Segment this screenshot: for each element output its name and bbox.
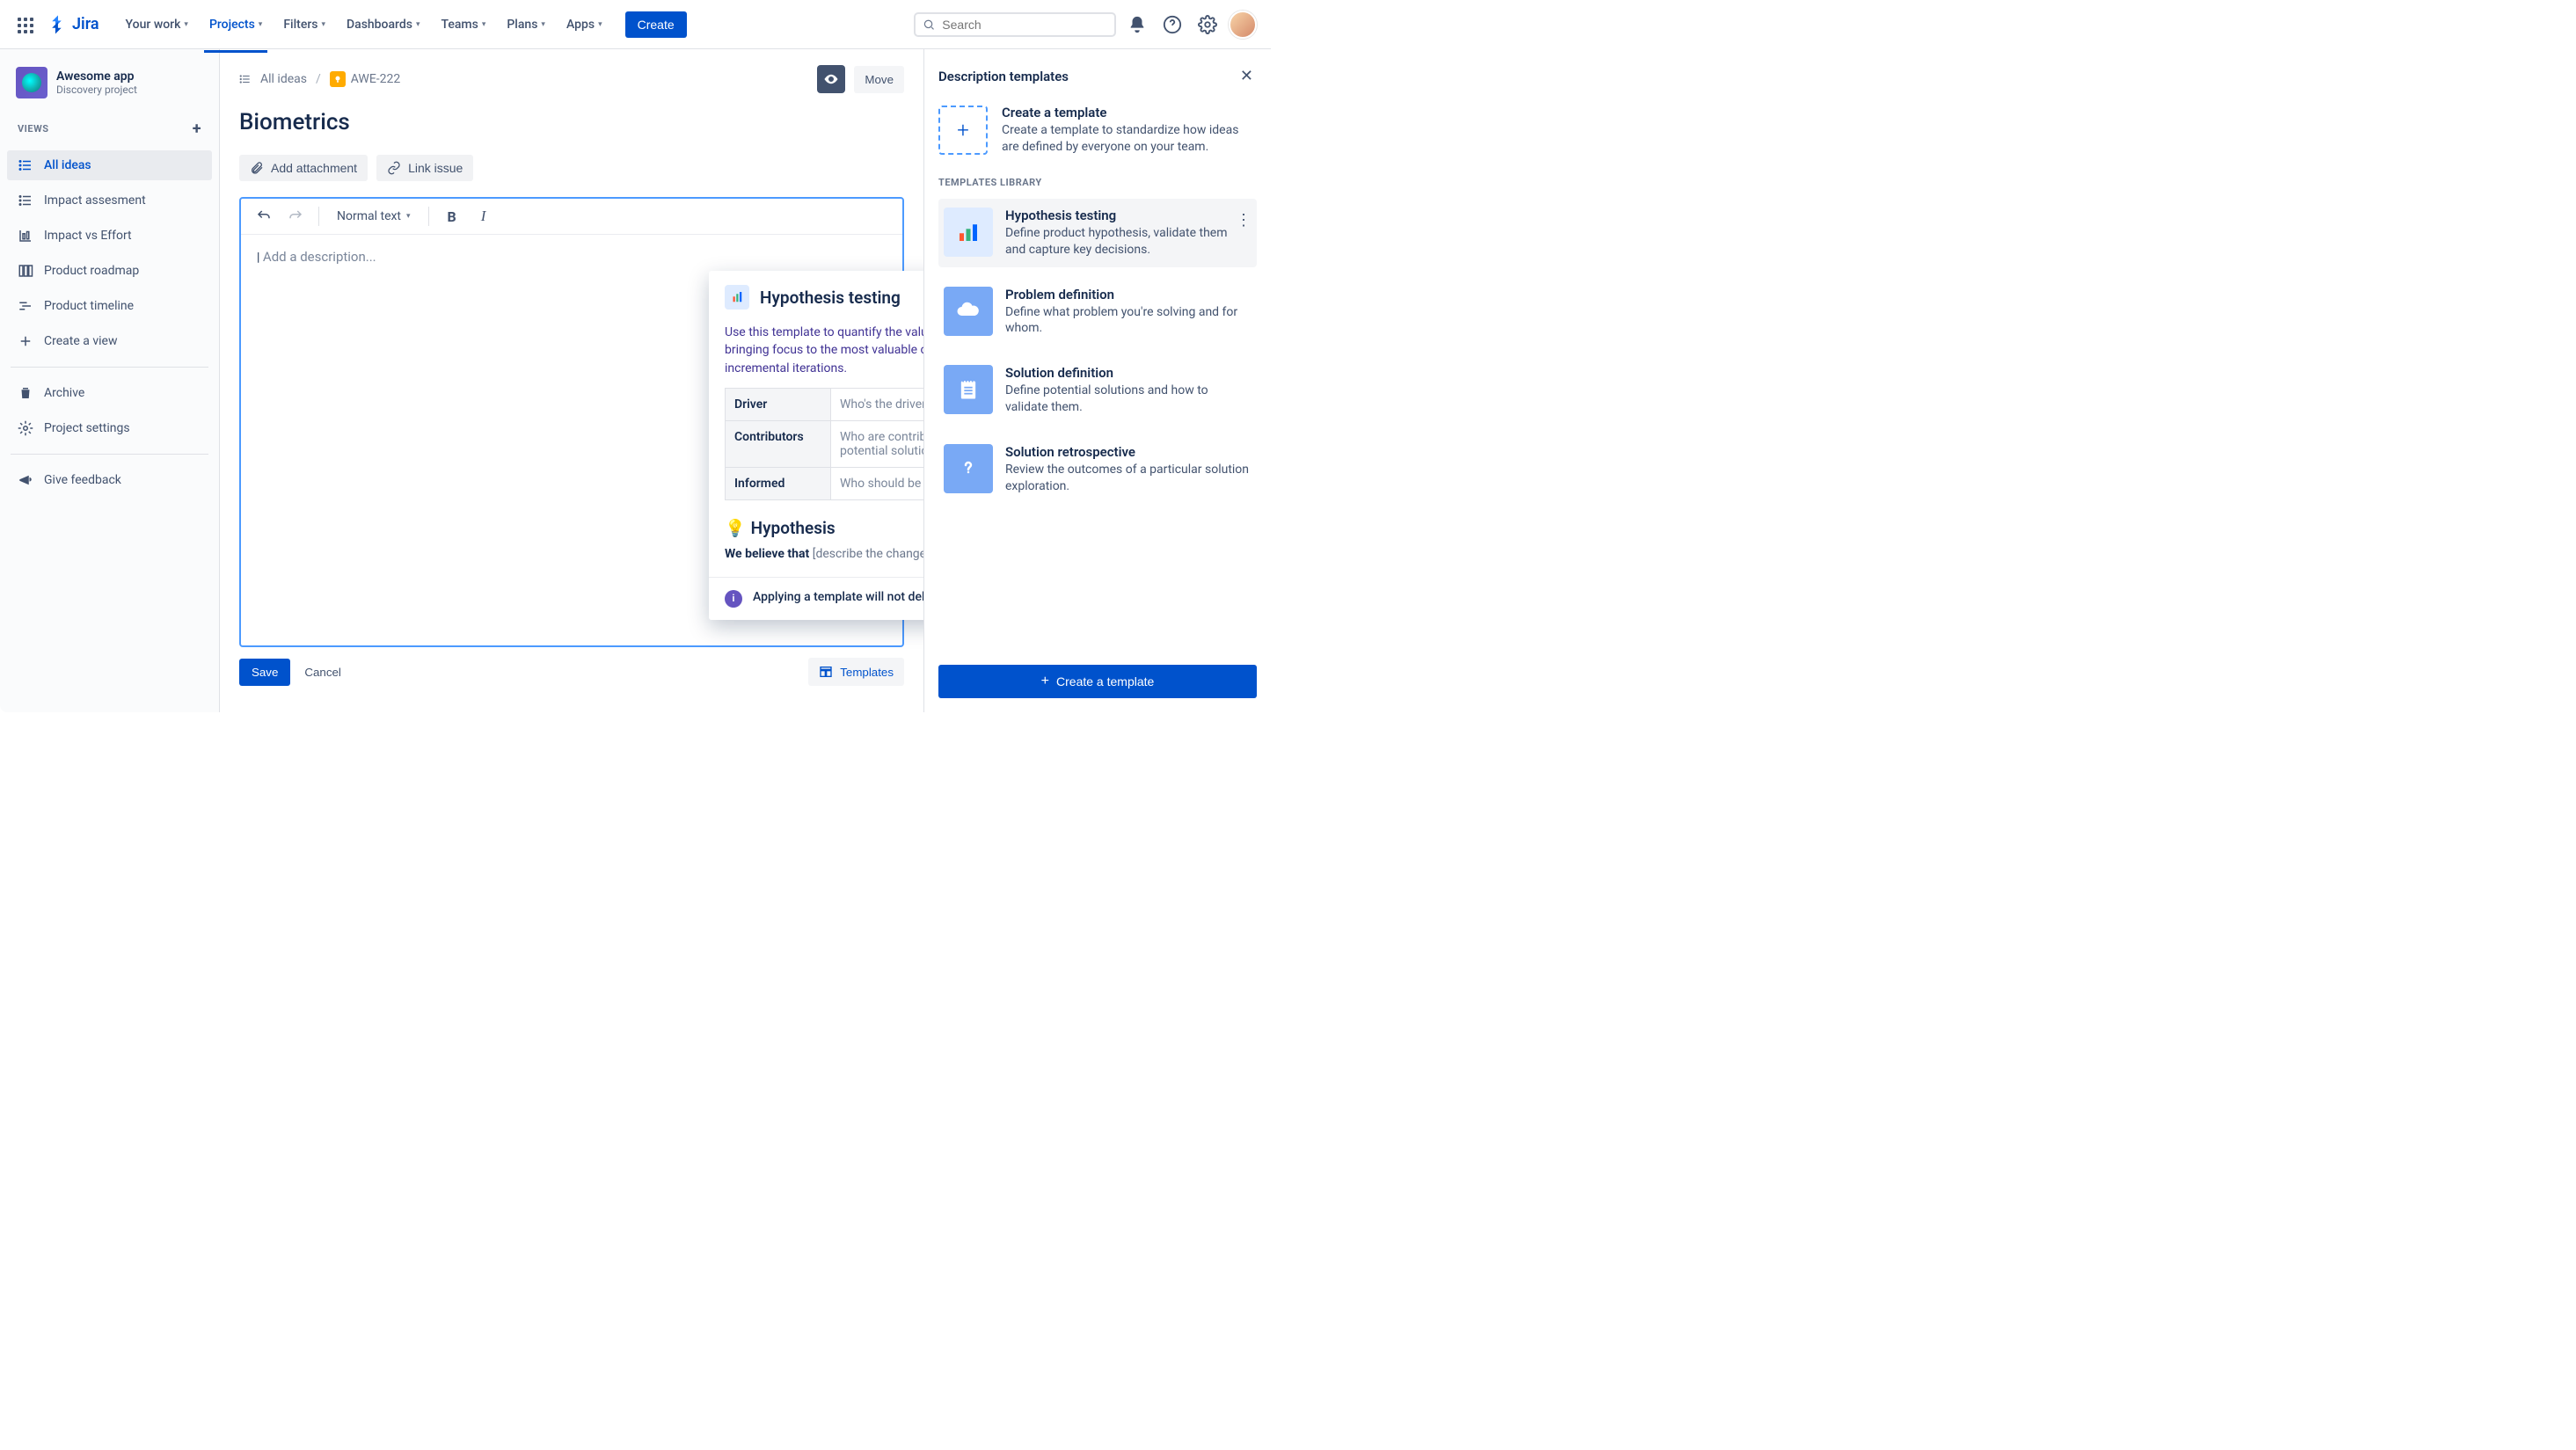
preview-intro: Use this template to quantify the value … (725, 324, 923, 377)
project-header[interactable]: Awesome app Discovery project (7, 67, 212, 107)
close-panel-button[interactable]: ✕ (1237, 63, 1257, 89)
notifications-icon[interactable] (1123, 11, 1151, 39)
app-switcher-icon[interactable] (14, 14, 35, 35)
preview-hypothesis-line: We believe that [describe the change we … (725, 547, 923, 561)
breadcrumb-issue-key[interactable]: AWE-222 (330, 71, 401, 87)
add-view-icon[interactable]: + (193, 120, 201, 138)
templates-panel: Description templates ✕ + Create a templ… (923, 49, 1271, 712)
cloud-icon (944, 287, 993, 336)
sidebar-create-view[interactable]: Create a view (7, 326, 212, 356)
template-card-hypothesis[interactable]: Hypothesis testing Define product hypoth… (938, 199, 1257, 267)
list-icon (239, 73, 252, 85)
gear-icon (18, 420, 33, 436)
undo-button[interactable] (252, 204, 276, 229)
add-attachment-button[interactable]: Add attachment (239, 155, 368, 181)
sidebar-item-impact-vs-effort[interactable]: Impact vs Effort (7, 221, 212, 251)
sidebar-item-all-ideas[interactable]: All ideas (7, 150, 212, 180)
preview-icon (725, 285, 749, 310)
move-button[interactable]: Move (854, 66, 904, 93)
board-icon (18, 263, 33, 279)
editor-placeholder: Add a description... (263, 249, 376, 265)
plus-icon (18, 333, 33, 349)
plus-dashed-icon: + (938, 106, 988, 155)
nav-teams[interactable]: Teams▾ (433, 11, 495, 39)
cancel-button[interactable]: Cancel (304, 666, 341, 679)
idea-type-icon (330, 71, 346, 87)
library-heading: TEMPLATES LIBRARY (938, 177, 1257, 188)
templates-button[interactable]: Templates (808, 658, 904, 686)
list-icon (18, 157, 33, 173)
plus-icon: + (1041, 674, 1049, 689)
create-template-card[interactable]: + Create a template Create a template to… (938, 99, 1257, 161)
template-card-solution-def[interactable]: Solution definition Define potential sol… (938, 356, 1257, 425)
jira-logo[interactable]: Jira (47, 14, 99, 35)
search-icon (923, 18, 935, 32)
sidebar-item-product-timeline[interactable]: Product timeline (7, 291, 212, 321)
breadcrumb-root[interactable]: All ideas (260, 72, 307, 86)
template-preview-popover: Hypothesis testing Use this template to … (709, 271, 923, 620)
sidebar-archive[interactable]: Archive (7, 378, 212, 408)
sidebar-item-product-roadmap[interactable]: Product roadmap (7, 256, 212, 286)
project-sidebar: Awesome app Discovery project VIEWS + Al… (0, 49, 220, 712)
nav-apps[interactable]: Apps▾ (558, 11, 611, 39)
bold-button[interactable]: B (440, 204, 464, 229)
panel-title: Description templates (938, 69, 1069, 84)
template-card-problem[interactable]: Problem definition Define what problem y… (938, 278, 1257, 346)
link-icon (387, 161, 401, 175)
trash-icon (18, 385, 33, 401)
bars-icon (944, 208, 993, 257)
megaphone-icon (18, 472, 33, 488)
preview-table: DriverWho's the driver for this explorat… (725, 388, 923, 500)
watch-button[interactable] (817, 65, 845, 93)
nav-dashboards[interactable]: Dashboards▾ (338, 11, 428, 39)
logo-text: Jira (72, 15, 99, 33)
text-style-dropdown[interactable]: Normal text▾ (330, 206, 418, 227)
nav-projects[interactable]: Projects▾ (201, 11, 271, 39)
redo-button[interactable] (283, 204, 308, 229)
project-type: Discovery project (56, 84, 137, 96)
nav-plans[interactable]: Plans▾ (498, 11, 554, 39)
italic-button[interactable]: I (471, 204, 496, 229)
template-overflow-menu[interactable]: ⋮ (1236, 211, 1252, 230)
breadcrumb: All ideas / AWE-222 (239, 71, 400, 87)
idea-title[interactable]: Biometrics (239, 109, 904, 135)
preview-title: Hypothesis testing (760, 288, 901, 308)
list-icon (18, 193, 33, 208)
search-box[interactable] (914, 12, 1116, 37)
main-content: All ideas / AWE-222 Move Biom (220, 49, 923, 712)
create-button[interactable]: Create (625, 11, 687, 38)
matrix-icon (18, 228, 33, 244)
info-icon: i (725, 590, 742, 608)
nav-your-work[interactable]: Your work▾ (117, 11, 197, 39)
link-issue-button[interactable]: Link issue (376, 155, 473, 181)
project-name: Awesome app (56, 69, 137, 84)
preview-h2: 💡Hypothesis (725, 518, 923, 538)
help-icon[interactable] (1158, 11, 1186, 39)
nav-filters[interactable]: Filters▾ (274, 11, 334, 39)
settings-icon[interactable] (1193, 11, 1222, 39)
template-icon (819, 665, 833, 679)
top-navigation: Jira Your work▾ Projects▾ Filters▾ Dashb… (0, 0, 1271, 49)
create-template-button[interactable]: + Create a template (938, 665, 1257, 698)
sidebar-item-impact-assessment[interactable]: Impact assesment (7, 186, 212, 215)
question-icon (944, 444, 993, 493)
template-card-solution-retro[interactable]: Solution retrospective Review the outcom… (938, 435, 1257, 504)
search-input[interactable] (942, 18, 1107, 32)
sidebar-project-settings[interactable]: Project settings (7, 413, 212, 443)
editor-toolbar: Normal text▾ B I (241, 199, 902, 235)
timeline-icon (18, 298, 33, 314)
notepad-icon (944, 365, 993, 414)
views-heading: VIEWS (18, 123, 49, 135)
save-button[interactable]: Save (239, 659, 290, 686)
sidebar-feedback[interactable]: Give feedback (7, 465, 212, 495)
attachment-icon (250, 161, 264, 175)
project-icon (16, 67, 47, 98)
user-avatar[interactable] (1229, 11, 1257, 39)
preview-note: i Applying a template will not delete yo… (709, 577, 923, 620)
